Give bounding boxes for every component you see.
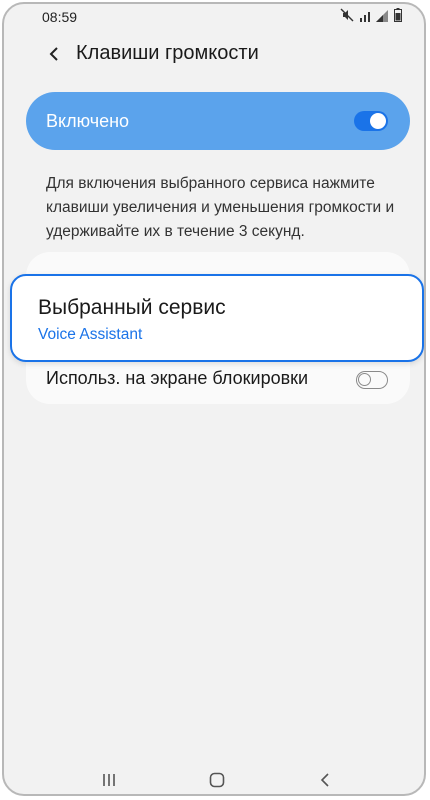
chevron-left-icon [49,47,58,61]
selected-service-title: Выбранный сервис [38,296,226,319]
page-title: Клавиши громкости [76,42,259,64]
mute-icon [340,8,354,27]
status-time: 08:59 [42,9,78,25]
app-header: Клавиши громкости [4,34,424,78]
navigation-bar [4,754,424,794]
back-button[interactable] [42,42,66,66]
lock-screen-label: Использ. на экране блокировки [46,368,309,388]
battery-icon [394,8,402,27]
selected-service-value: Voice Assistant [38,326,143,343]
lock-screen-toggle[interactable] [356,371,388,389]
master-switch-label: Включено [46,111,130,131]
description-text: Для включения выбранного сервиса нажмите… [46,175,395,240]
home-icon [209,772,225,788]
toggle-knob [370,113,386,129]
master-switch-bar[interactable]: Включено [26,92,410,150]
recents-button[interactable] [94,768,124,792]
master-toggle[interactable] [354,111,388,131]
recents-icon [103,774,115,786]
status-icons [340,8,402,27]
back-icon [320,773,329,787]
selected-service-item[interactable]: Выбранный сервис Voice Assistant [10,274,424,362]
lock-screen-row[interactable]: Использ. на экране блокировки [26,362,410,398]
home-button[interactable] [202,768,232,792]
phone-frame: 08:59 Клавиши громкости Включено Для вкл… [2,2,426,796]
nav-back-button[interactable] [310,768,340,792]
toggle-knob [358,373,371,386]
signal-icon [376,9,388,27]
status-bar: 08:59 [4,4,424,32]
wifi-icon [360,9,370,27]
